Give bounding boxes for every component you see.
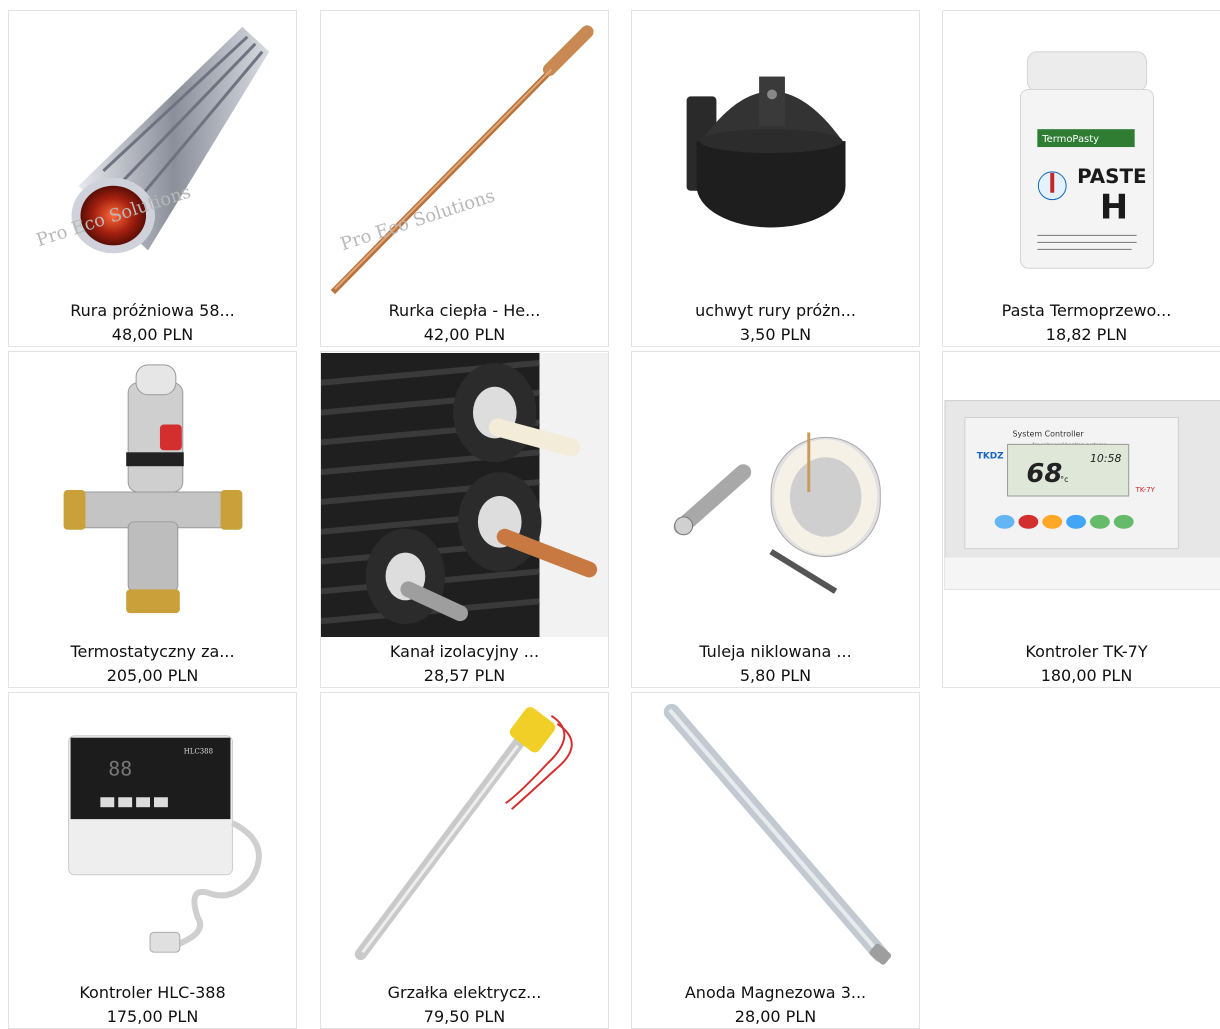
product-name[interactable]: uchwyt rury próżn... [632,301,919,321]
product-card[interactable]: Pro Eco Solutions Rurka ciepła - He... 4… [320,10,609,347]
product-price: 205,00 PLN [106,666,199,685]
svg-text:68: 68 [1026,459,1062,489]
product-card[interactable]: Pro Eco Solutions Rura próżniowa 58... 4… [8,10,297,347]
tube-holder-icon [686,76,846,228]
product-card[interactable]: Anoda Magnezowa 3... 28,00 PLN [631,692,920,1029]
product-card[interactable]: Kanał izolacyjny ... 28,57 PLN [320,351,609,688]
svg-text:PASTE: PASTE [1077,165,1147,188]
controller-tk7y-icon: System Controller for solar and heating … [944,400,1220,590]
svg-text:TKDZ: TKDZ [977,451,1004,461]
product-name[interactable]: Pasta Termoprzewo... [943,301,1220,321]
product-name[interactable]: Termostatyczny za... [9,642,296,662]
nickel-sleeve-icon [673,432,881,594]
product-name[interactable]: Kontroler HLC-388 [9,983,296,1003]
insulated-pipe-icon [321,352,608,638]
svg-text:H: H [1100,188,1128,227]
svg-text:°c: °c [1060,475,1068,484]
product-name[interactable]: Tuleja niklowana ... [632,642,919,662]
product-card[interactable]: TermoPasty PASTE H Pasta Termoprzewo... … [942,10,1220,347]
electric-heater-icon [354,707,573,961]
product-card[interactable]: Termostatyczny za... 205,00 PLN [8,351,297,688]
product-price: 28,57 PLN [423,666,506,685]
svg-text:10:58: 10:58 [1090,452,1121,465]
vacuum-tube-icon: Pro Eco Solutions [34,26,270,254]
product-name[interactable]: Kanał izolacyjny ... [321,642,608,662]
product-price: 18,82 PLN [1045,325,1128,344]
product-price: 42,00 PLN [423,325,506,344]
product-card[interactable]: Grzałka elektrycz... 79,50 PLN [320,692,609,1029]
product-price: 3,50 PLN [739,325,812,344]
product-price: 180,00 PLN [1040,666,1133,685]
product-card[interactable]: Tuleja niklowana ... 5,80 PLN [631,351,920,688]
svg-text:88: 88 [108,757,132,780]
controller-hlc388-icon: 88 HLC388 [68,735,262,953]
product-name[interactable]: Rurka ciepła - He... [321,301,608,321]
product-price: 79,50 PLN [423,1007,506,1026]
heat-pipe-icon: Pro Eco Solutions [330,25,594,295]
product-name[interactable]: Anoda Magnezowa 3... [632,983,919,1003]
product-card[interactable]: System Controller for solar and heating … [942,351,1220,688]
svg-text:HLC388: HLC388 [184,748,213,756]
svg-text:TermoPasty: TermoPasty [1041,134,1099,145]
paste-jar-icon: TermoPasty PASTE H [1019,51,1155,269]
product-price: 48,00 PLN [111,325,194,344]
svg-text:System Controller: System Controller [1013,429,1085,438]
product-price: 28,00 PLN [734,1007,817,1026]
product-name[interactable]: Rura próżniowa 58... [9,301,296,321]
thermostatic-valve-icon [63,364,243,614]
svg-text:TK-7Y: TK-7Y [1135,486,1156,494]
product-price: 175,00 PLN [106,1007,199,1026]
product-name[interactable]: Kontroler TK-7Y [943,642,1220,662]
watermark-text: Pro Eco Solutions [338,185,498,255]
product-price: 5,80 PLN [739,666,812,685]
product-name[interactable]: Grzałka elektrycz... [321,983,608,1003]
product-card[interactable]: 88 HLC388 Kontroler HLC-388 175,00 PLN [8,692,297,1029]
product-card[interactable]: uchwyt rury próżn... 3,50 PLN [631,10,920,347]
magnesium-anode-icon [663,703,892,965]
